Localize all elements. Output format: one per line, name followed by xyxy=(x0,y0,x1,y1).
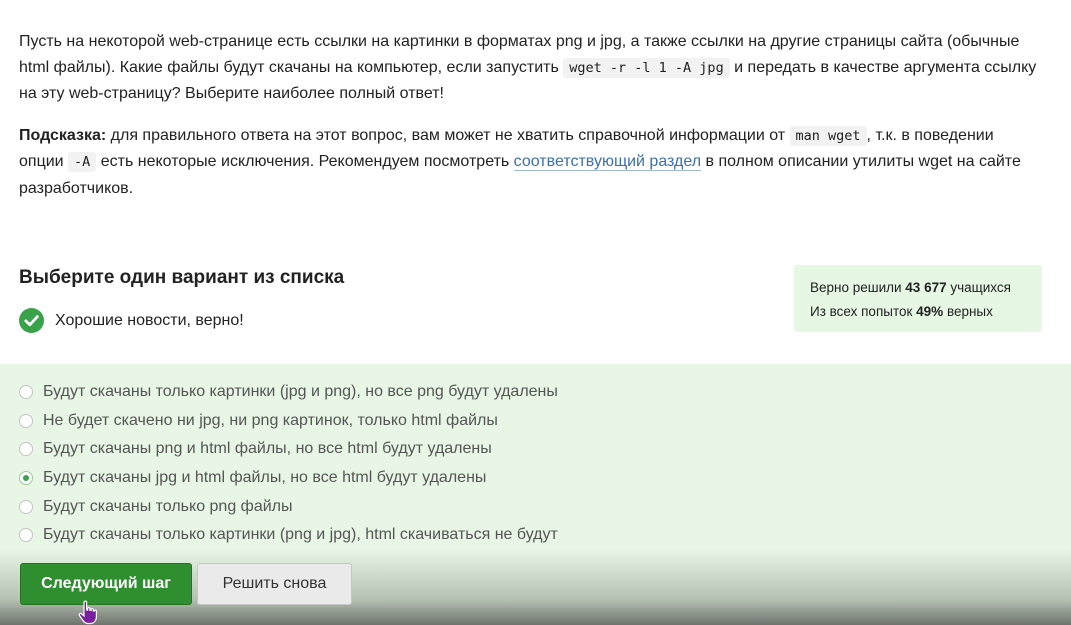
stats-label: Верно решили xyxy=(810,280,906,295)
status-text: Хорошие новости, верно! xyxy=(55,311,244,329)
command-code: wget -r -l 1 -A jpg xyxy=(563,57,730,78)
option-label: Будут скачаны png и html файлы, но все h… xyxy=(43,440,492,457)
answer-option-selected[interactable]: Будут скачаны jpg и html файлы, но все h… xyxy=(19,469,486,487)
radio-button[interactable] xyxy=(19,414,33,428)
retry-button[interactable]: Решить снова xyxy=(197,563,352,605)
choose-title: Выберите один вариант из списка xyxy=(19,267,345,288)
option-label: Будут скачаны только картинки (jpg и png… xyxy=(43,383,558,400)
stats-label: учащихся xyxy=(946,280,1011,295)
radio-button[interactable] xyxy=(19,500,33,514)
question-paragraph: Пусть на некоторой web-странице есть ссы… xyxy=(19,29,1039,107)
stats-label: Из всех попыток xyxy=(810,304,917,319)
stats-panel: Верно решили 43 677 учащихся Из всех поп… xyxy=(794,265,1042,332)
radio-button[interactable] xyxy=(19,442,33,456)
docs-link[interactable]: соответствующий раздел xyxy=(513,153,702,171)
answer-option[interactable]: Будут скачаны png и html файлы, но все h… xyxy=(19,440,492,458)
option-label: Не будет скачено ни jpg, ни png картинок… xyxy=(43,412,498,429)
hint-label: Подсказка: xyxy=(19,126,107,144)
status-message: Хорошие новости, верно! xyxy=(19,308,244,333)
answer-option[interactable]: Не будет скачено ни jpg, ни png картинок… xyxy=(19,412,498,430)
option-label: Будут скачаны только png файлы xyxy=(43,498,293,515)
next-step-button[interactable]: Следующий шаг xyxy=(20,563,192,605)
man-code: man wget xyxy=(789,125,867,146)
radio-button-checked[interactable] xyxy=(19,471,33,485)
option-label: Будут скачаны только картинки (png и jpg… xyxy=(43,526,558,543)
radio-button[interactable] xyxy=(19,385,33,399)
solved-count: 43 677 xyxy=(905,280,947,295)
question-text: Пусть на некоторой web-странице есть ссы… xyxy=(19,29,1039,201)
hint-text-part: есть некоторые исключения. Рекомендуем п… xyxy=(96,153,514,170)
answer-option[interactable]: Будут скачаны только картинки (png и jpg… xyxy=(19,526,558,544)
answer-option[interactable]: Будут скачаны только картинки (jpg и png… xyxy=(19,383,558,401)
stats-solved: Верно решили 43 677 учащихся xyxy=(810,276,1026,300)
hint-paragraph: Подсказка: для правильного ответа на это… xyxy=(19,123,1039,202)
hand-pointer-icon xyxy=(78,600,97,625)
radio-button[interactable] xyxy=(19,528,33,542)
check-circle-icon xyxy=(19,308,44,333)
attempts-percent: 49% xyxy=(916,304,944,319)
answer-option[interactable]: Будут скачаны только png файлы xyxy=(19,498,293,516)
hint-text-part: для правильного ответа на этот вопрос, в… xyxy=(106,126,790,144)
stats-attempts: Из всех попыток 49% верных xyxy=(810,300,1026,324)
option-code: -A xyxy=(68,152,97,172)
option-label: Будут скачаны jpg и html файлы, но все h… xyxy=(43,469,487,486)
stats-label: верных xyxy=(943,304,993,319)
